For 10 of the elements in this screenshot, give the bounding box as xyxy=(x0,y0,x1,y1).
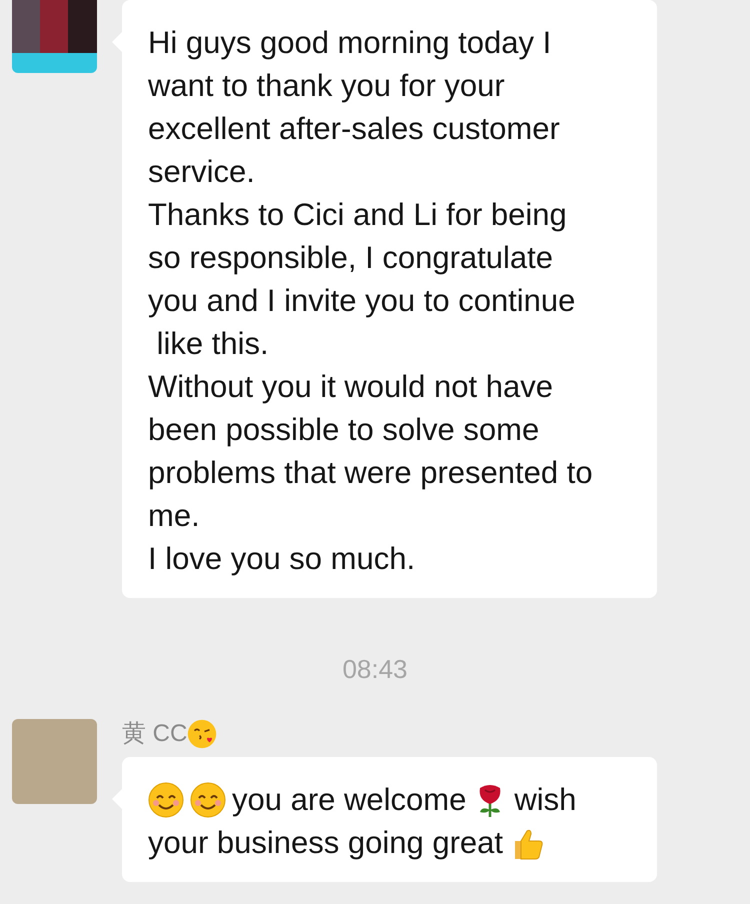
message-text: Hi guys good morning today I want to thank you for your excellent after-sales customer service. Thanks to Cici and Li for being so responsible, I congratulate you and I invite you to continue like this. Without you it would not have been possible to solve some problems that were presented to me. I love you so much. xyxy=(148,24,594,578)
timestamp: 08:43 xyxy=(342,654,408,684)
smiling-face-icon xyxy=(148,782,184,818)
message-text: your business going great xyxy=(148,824,504,862)
message-text: wish xyxy=(514,781,576,819)
message-text: you are welcome xyxy=(232,781,466,819)
kissing-face-icon xyxy=(187,719,218,749)
pixelated-avatar[interactable] xyxy=(12,0,97,73)
sender-name: 黄 CC xyxy=(122,720,188,748)
smiling-face-icon xyxy=(190,782,226,818)
